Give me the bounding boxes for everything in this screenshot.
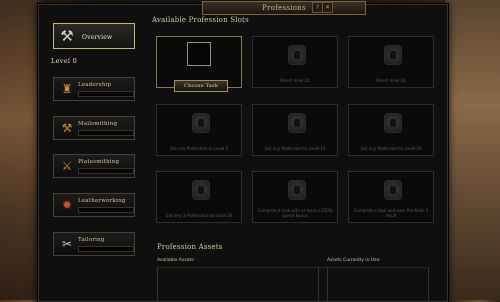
progress-bar [78,168,134,174]
progress-bar [78,91,134,97]
sidebar-item-label: Mailsmithing [78,121,118,127]
slot-requirement: Get any Profession to Level 5 [169,146,229,151]
profession-slot-locked: Reach level 20 [252,36,338,88]
slot-requirement: Get any Profession to Level 10 [264,146,326,151]
profession-slot-locked: Get any 3 Professions to Level 20 [156,171,242,223]
window-titlebar[interactable]: Professions [202,1,366,15]
lock-icon [384,180,402,200]
lock-icon [288,45,306,65]
assets-title: Profession Assets [157,243,223,251]
sidebar-item-mailsmithing[interactable]: ⚒ Mailsmithing [53,116,135,140]
sidebar-item-label: Tailoring [78,237,105,243]
choose-task-button[interactable]: Choose Task [174,80,228,92]
slot-requirement: Complete a task with at least a 150% spe… [257,208,333,218]
sidebar-item-label: Leadership [78,82,112,88]
slot-requirement: Reach level 40 [376,78,406,83]
progress-bar [78,130,134,136]
level-label: Level 0 [51,57,78,65]
sidebar-item-tailoring[interactable]: ✂ Tailoring [53,232,135,256]
profession-slot-locked: Get any Profession to Level 5 [156,104,242,156]
leatherworking-icon: ✹ [61,198,73,212]
lock-icon [288,180,306,200]
lock-icon [384,113,402,133]
assets-in-use-panel[interactable] [327,267,429,301]
profession-slot-locked: Get any Profession to Level 20 [348,104,434,156]
overview-label: Overview [82,34,113,41]
profession-slot-locked: Complete a task with at least a 150% spe… [252,171,338,223]
available-assets-panel[interactable] [157,267,319,301]
lock-icon [192,113,210,133]
background-scene-right [445,0,500,300]
lock-icon [288,113,306,133]
overview-tab[interactable]: ⚒ Overview [53,23,135,49]
slot-requirement: Get any Profession to Level 20 [360,146,422,151]
progress-bar [78,246,134,252]
mailsmithing-icon: ⚒ [61,121,73,135]
slots-title: Available Profession Slots [152,16,249,24]
platesmithing-icon: ⚔ [61,159,73,173]
progress-bar [78,207,134,213]
slot-requirement: Reach level 20 [280,78,310,83]
profession-slot-open[interactable]: Choose Task [156,36,242,92]
leadership-icon: ♜ [61,82,73,96]
hammer-icon: ⚒ [60,27,74,45]
profession-slot-locked: Reach level 40 [348,36,434,88]
close-icon[interactable]: ✕ [322,2,333,13]
lock-icon [192,180,210,200]
professions-window: Professions ? ✕ ⚒ Overview Level 0 ♜ Lea… [38,1,448,302]
window-title: Professions [261,4,307,12]
tailoring-icon: ✂ [61,237,73,251]
available-assets-label: Available Assets: [157,258,195,263]
slot-requirement: Complete a task and earn the Rank 3 resu… [353,208,429,218]
empty-slot-frame [187,42,211,66]
lock-icon [384,45,402,65]
profession-slot-locked: Get any Profession to Level 10 [252,104,338,156]
sidebar-item-leatherworking[interactable]: ✹ Leatherworking [53,193,135,217]
profession-slot-locked: Complete a task and earn the Rank 3 resu… [348,171,434,223]
sidebar-item-label: Leatherworking [78,198,126,204]
background-scene-left [0,0,40,300]
sidebar-item-platesmithing[interactable]: ⚔ Platesmithing [53,154,135,178]
sidebar-item-label: Platesmithing [78,159,120,165]
slot-requirement: Get any 3 Professions to Level 20 [165,213,233,218]
assets-in-use-label: Assets Currently in Use: [327,258,381,263]
sidebar-item-leadership[interactable]: ♜ Leadership [53,77,135,101]
